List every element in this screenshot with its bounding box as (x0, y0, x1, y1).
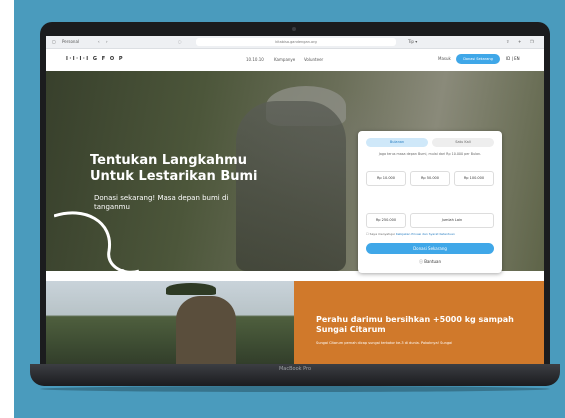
tab-one-time[interactable]: Satu Kali (432, 138, 494, 147)
help-icon: ⓘ (418, 259, 423, 264)
language-switch[interactable]: ID | EN (506, 56, 520, 61)
campaign-photo-cap (166, 283, 216, 295)
laptop-screen: ▢ Personal ‹ › ◌ kitabisa.gandengan.org … (46, 36, 544, 370)
donation-description: Jaga terus masa depan Bumi, mulai dari R… (378, 152, 482, 156)
help-label: Bantuan (424, 259, 442, 264)
shield-icon: ◌ (178, 39, 182, 44)
browser-toolbar: ▢ Personal ‹ › ◌ kitabisa.gandengan.org … (46, 36, 544, 49)
donate-submit-button[interactable]: Donasi Sekarang (366, 243, 494, 254)
policy-consent[interactable]: ☐ Saya menyetujui Kebijakan Privasi dan … (366, 232, 496, 237)
site-logo[interactable]: I·I·I·I G F O P (66, 56, 124, 62)
policy-prefix: Saya menyetujui (369, 232, 395, 236)
hero-photo-person (236, 101, 346, 271)
campaign-photo (46, 281, 294, 370)
login-link[interactable]: Masuk (438, 56, 451, 61)
profile-label[interactable]: Personal (62, 38, 79, 46)
amount-option-10000[interactable]: Rp 10.000 (366, 171, 406, 186)
forward-icon[interactable]: › (106, 38, 108, 46)
policy-link[interactable]: Kebijakan Privasi dan Syarat Ketentuan (396, 232, 455, 236)
tab-label[interactable]: Tip ▾ (408, 38, 417, 46)
checkbox-icon[interactable]: ☐ (366, 232, 369, 236)
hero-subtitle: Donasi sekarang! Masa depan bumi di tang… (94, 194, 229, 211)
laptop-base: MacBook Pro (30, 364, 560, 386)
amount-option-100000[interactable]: Rp 100.000 (454, 171, 494, 186)
header-donate-button[interactable]: Donasi Sekarang (456, 54, 500, 64)
tab-monthly[interactable]: Bulanan (366, 138, 428, 147)
amount-option-custom[interactable]: Jumlah Lain (410, 213, 494, 228)
new-tab-icon[interactable]: + (518, 38, 521, 46)
nav-item-kampanye[interactable]: Kampanye (274, 57, 295, 62)
site-header: I·I·I·I G F O P 10.10.10 Kampanye Volunt… (46, 49, 544, 71)
address-bar[interactable]: kitabisa.gandengan.org (196, 38, 396, 46)
hero-title: Tentukan Langkahmu Untuk Lestarikan Bumi (90, 153, 258, 184)
camera-icon (292, 27, 296, 31)
back-icon[interactable]: ‹ (98, 38, 100, 46)
campaign-photo-person (176, 296, 236, 370)
donation-card: Bulanan Satu Kali Jaga terus masa depan … (358, 131, 502, 273)
device-label: MacBook Pro (278, 366, 312, 372)
campaign-panel: Perahu darimu bersihkan +5000 kg sampah … (294, 281, 544, 370)
campaign-title: Perahu darimu bersihkan +5000 kg sampah … (316, 315, 514, 334)
hero-section: Tentukan Langkahmu Untuk Lestarikan Bumi… (46, 71, 544, 277)
campaign-text: Sungai Citarum pernah dicap sungai terko… (316, 341, 453, 345)
nav-item-1[interactable]: 10.10.10 (246, 57, 264, 62)
laptop-lid: ▢ Personal ‹ › ◌ kitabisa.gandengan.org … (40, 22, 550, 376)
amount-option-250000[interactable]: Rp 250.000 (366, 213, 406, 228)
laptop-shadow (40, 386, 550, 392)
tabs-overview-icon[interactable]: ❐ (530, 38, 534, 46)
sidebar-toggle-icon[interactable]: ▢ (52, 38, 56, 46)
amount-option-50000[interactable]: Rp 50.000 (410, 171, 450, 186)
nav-item-volunteer[interactable]: Volunteer (304, 57, 323, 62)
share-icon[interactable]: ⇪ (506, 38, 509, 46)
help-link[interactable]: ⓘ Bantuan (358, 259, 502, 265)
